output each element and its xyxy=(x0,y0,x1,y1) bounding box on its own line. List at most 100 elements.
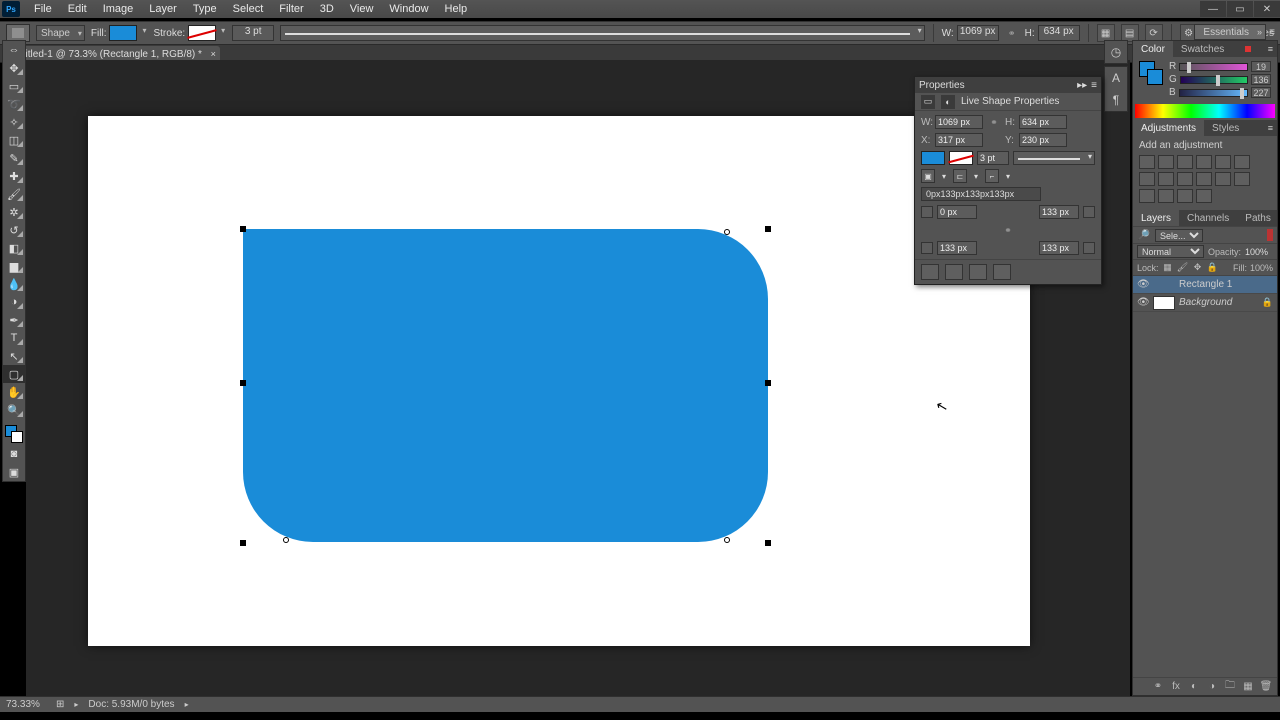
transform-handle[interactable] xyxy=(765,380,771,386)
adj-mixer-icon[interactable] xyxy=(1196,172,1212,186)
adj-lookup-icon[interactable] xyxy=(1215,172,1231,186)
move-tool[interactable]: ✥ xyxy=(3,59,25,77)
prop-stroke-style-dropdown[interactable] xyxy=(1013,151,1095,165)
dropdown-icon[interactable]: ▾ xyxy=(939,172,949,181)
visibility-icon[interactable]: 👁 xyxy=(1137,279,1149,290)
window-maximize-button[interactable]: ▭ xyxy=(1227,1,1253,17)
adj-curves-icon[interactable] xyxy=(1177,155,1193,169)
zoom-tool[interactable]: 🔍 xyxy=(3,401,25,419)
mask-icon[interactable]: ◐ xyxy=(1187,680,1201,694)
tab-styles[interactable]: Styles xyxy=(1204,120,1247,136)
link-corners-icon[interactable]: ⚭ xyxy=(1001,223,1015,237)
adj-thresh-icon[interactable] xyxy=(1158,189,1174,203)
pen-tool[interactable]: ✒ xyxy=(3,311,25,329)
brush-tool[interactable]: 🖌 xyxy=(3,185,25,203)
blur-tool[interactable]: 💧 xyxy=(3,275,25,293)
magic-wand-tool[interactable]: ✧ xyxy=(3,113,25,131)
prop-stroke-swatch[interactable] xyxy=(949,151,973,165)
menu-window[interactable]: Window xyxy=(381,3,436,15)
corner-tr-icon[interactable] xyxy=(1083,206,1095,218)
color-ramp[interactable] xyxy=(1135,104,1275,118)
transform-handle[interactable] xyxy=(765,226,771,232)
prop-h-field[interactable]: 634 px xyxy=(1019,115,1067,129)
color-g-value[interactable]: 136 xyxy=(1251,74,1271,85)
adj-levels-icon[interactable] xyxy=(1158,155,1174,169)
fill-swatch[interactable] xyxy=(109,25,137,41)
tool-mode-select[interactable]: Shape xyxy=(36,25,85,41)
paragraph-panel-icon[interactable]: ¶ xyxy=(1105,89,1127,111)
tab-color[interactable]: Color xyxy=(1133,41,1173,57)
menu-select[interactable]: Select xyxy=(225,3,272,15)
layer-name[interactable]: Background xyxy=(1179,297,1232,308)
healing-tool[interactable]: ✚ xyxy=(3,167,25,185)
history-brush-tool[interactable]: ↺ xyxy=(3,221,25,239)
window-minimize-button[interactable]: — xyxy=(1200,1,1226,17)
quickmask-icon[interactable]: ◙ xyxy=(3,445,25,463)
workspace-menu-icon[interactable]: ≡ xyxy=(1268,24,1276,40)
adj-gradmap-icon[interactable] xyxy=(1177,189,1193,203)
corner-tr-field[interactable]: 133 px xyxy=(1039,205,1079,219)
color-wells[interactable] xyxy=(1139,61,1163,85)
status-triangle-icon[interactable]: ▸ xyxy=(185,700,189,709)
path-combine-button[interactable] xyxy=(921,264,939,280)
color-g-slider[interactable] xyxy=(1180,76,1248,84)
layer-name[interactable]: Rectangle 1 xyxy=(1179,279,1232,290)
crop-tool[interactable]: ◫ xyxy=(3,131,25,149)
height-field[interactable]: 634 px xyxy=(1038,25,1080,41)
path-select-tool[interactable]: ↖ xyxy=(3,347,25,365)
hand-tool[interactable]: ✋ xyxy=(3,383,25,401)
link-icon[interactable]: ⚭ xyxy=(987,115,1001,129)
eraser-tool[interactable]: ◧ xyxy=(3,239,25,257)
menu-filter[interactable]: Filter xyxy=(271,3,311,15)
history-panel-icon[interactable]: ◷ xyxy=(1105,41,1127,63)
adj-vibrance-icon[interactable] xyxy=(1215,155,1231,169)
adjustment-layer-icon[interactable]: ◑ xyxy=(1205,680,1219,694)
foreground-background-swatch[interactable] xyxy=(3,423,25,445)
lock-all-icon[interactable]: 🔒 xyxy=(1207,262,1219,274)
path-subtract-button[interactable] xyxy=(945,264,963,280)
live-shape-rectangle[interactable] xyxy=(243,229,768,542)
menu-file[interactable]: File xyxy=(26,3,60,15)
eyedropper-tool[interactable]: ✎ xyxy=(3,149,25,167)
adj-invert-icon[interactable] xyxy=(1234,172,1250,186)
color-r-slider[interactable] xyxy=(1179,63,1248,71)
filter-toggle[interactable] xyxy=(1267,229,1273,241)
menu-layer[interactable]: Layer xyxy=(141,3,185,15)
corner-br-field[interactable]: 133 px xyxy=(1039,241,1079,255)
tab-channels[interactable]: Channels xyxy=(1179,210,1237,226)
expand-icon[interactable]: ⊞ xyxy=(56,699,64,710)
tab-adjustments[interactable]: Adjustments xyxy=(1133,120,1204,136)
width-field[interactable]: 1069 px xyxy=(957,25,999,41)
lock-position-icon[interactable]: ✥ xyxy=(1192,262,1204,274)
lock-transparency-icon[interactable]: ▦ xyxy=(1162,262,1174,274)
layer-row[interactable]: 👁 Background 🔒 xyxy=(1133,294,1277,312)
stroke-corners-button[interactable]: ⌐ xyxy=(985,169,999,183)
dodge-tool[interactable]: ◑ xyxy=(3,293,25,311)
status-triangle-icon[interactable]: ▸ xyxy=(74,700,78,709)
fx-icon[interactable]: fx xyxy=(1169,680,1183,694)
stamp-tool[interactable]: ✲ xyxy=(3,203,25,221)
type-tool[interactable]: T xyxy=(3,329,25,347)
link-layers-icon[interactable]: ⚭ xyxy=(1151,680,1165,694)
prop-fill-swatch[interactable] xyxy=(921,151,945,165)
transform-handle[interactable] xyxy=(240,540,246,546)
adj-photo-icon[interactable] xyxy=(1177,172,1193,186)
corner-radii-readout[interactable]: 0px133px133px133px xyxy=(921,187,1041,201)
fill-value[interactable]: 100% xyxy=(1250,263,1273,273)
menu-edit[interactable]: Edit xyxy=(60,3,95,15)
lock-pixels-icon[interactable]: 🖌 xyxy=(1177,262,1189,274)
zoom-field[interactable]: 73.33% xyxy=(6,699,46,710)
corner-bl-icon[interactable] xyxy=(921,242,933,254)
corner-radius-handle[interactable] xyxy=(283,537,289,543)
adj-exposure-icon[interactable] xyxy=(1196,155,1212,169)
menu-3d[interactable]: 3D xyxy=(312,3,342,15)
adj-colorbal-icon[interactable] xyxy=(1139,172,1155,186)
group-icon[interactable]: 🗀 xyxy=(1223,680,1237,694)
layer-thumbnail[interactable] xyxy=(1153,296,1175,310)
layer-filter-select[interactable]: Sele... xyxy=(1155,229,1203,242)
prop-x-field[interactable]: 317 px xyxy=(935,133,983,147)
transform-handle[interactable] xyxy=(240,380,246,386)
stroke-align-button[interactable]: ▣ xyxy=(921,169,935,183)
dropdown-icon[interactable]: ▾ xyxy=(1003,172,1013,181)
corner-tl-field[interactable]: 0 px xyxy=(937,205,977,219)
